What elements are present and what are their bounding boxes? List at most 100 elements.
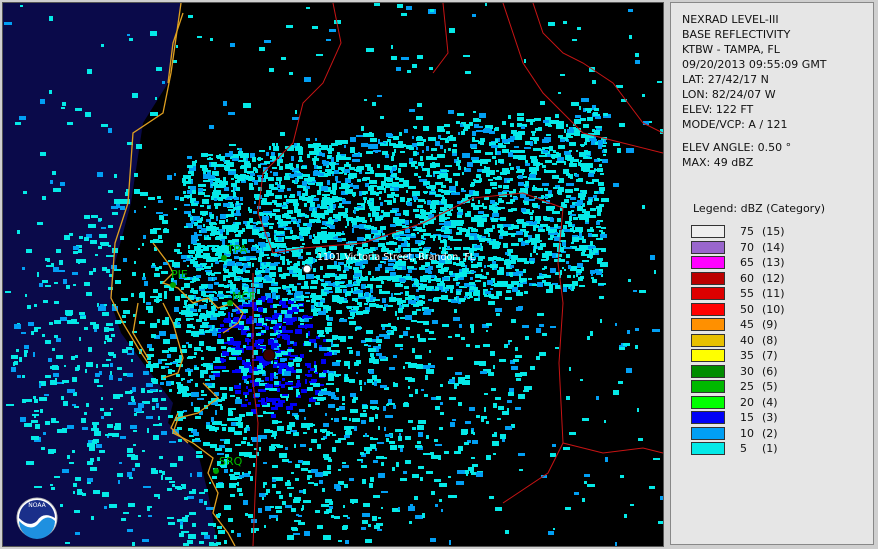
legend-label: 50 (10) — [740, 303, 785, 316]
legend-category: (3) — [762, 411, 778, 425]
legend-dbz: 5 — [740, 442, 747, 456]
airport-label-tpa: TPA — [226, 243, 248, 256]
legend-row: 70 (14) — [691, 240, 785, 256]
legend-dbz: 15 — [740, 411, 754, 425]
legend-swatch — [691, 318, 725, 332]
radar-map[interactable]: 1101 Victoria Street, Brandon, FL TPA PI… — [2, 2, 664, 547]
legend-category: (6) — [762, 364, 778, 378]
legend-category: (10) — [762, 302, 785, 316]
legend-row: 30 (6) — [691, 364, 785, 380]
noaa-logo: NOAA — [16, 497, 58, 539]
legend-label: 35 (7) — [740, 349, 778, 362]
airport-label-srq: SRQ — [219, 455, 243, 468]
legend-category: (8) — [762, 333, 778, 347]
legend-dbz: 45 — [740, 318, 754, 332]
legend-swatch — [691, 271, 725, 285]
legend-dbz: 10 — [740, 426, 754, 440]
timestamp: 09/20/2013 09:55:09 GMT — [682, 58, 827, 71]
legend-swatch — [691, 240, 725, 254]
legend-swatch — [691, 225, 725, 239]
legend-dbz: 40 — [740, 333, 754, 347]
legend-label: 45 (9) — [740, 318, 778, 331]
noaa-logo-text: NOAA — [28, 502, 46, 509]
mode-vcp: MODE/VCP: A / 121 — [682, 118, 788, 131]
legend-label: 5 (1) — [740, 442, 778, 455]
legend-category: (12) — [762, 271, 785, 285]
legend-dbz: 30 — [740, 364, 754, 378]
legend-label: 60 (12) — [740, 272, 785, 285]
legend-category: (9) — [762, 318, 778, 332]
legend-dbz: 60 — [740, 271, 754, 285]
legend-dbz: 70 — [740, 240, 754, 254]
legend-swatch — [691, 287, 725, 301]
legend-label: 65 (13) — [740, 256, 785, 269]
legend: 75 (15) 70 (14) 65 (13) 60 (12) 55 (11) 50 (10) 45 (9… — [691, 224, 785, 457]
legend-swatch — [691, 256, 725, 270]
radar-map-canvas: 1101 Victoria Street, Brandon, FL TPA PI… — [3, 3, 663, 546]
legend-row: 50 (10) — [691, 302, 785, 318]
legend-category: (7) — [762, 349, 778, 363]
longitude: LON: 82/24/07 W — [682, 88, 776, 101]
elevation: ELEV: 122 FT — [682, 103, 754, 116]
airport-label-pie: PIE — [171, 268, 188, 281]
info-panel: NEXRAD LEVEL-III BASE REFLECTIVITY KTBW … — [670, 2, 874, 545]
legend-row: 5 (1) — [691, 441, 785, 457]
legend-swatch — [691, 426, 725, 440]
location-label: 1101 Victoria Street, Brandon, FL — [317, 252, 476, 263]
legend-dbz: 50 — [740, 302, 754, 316]
legend-label: 10 (2) — [740, 427, 778, 440]
legend-category: (1) — [762, 442, 778, 456]
legend-row: 65 (13) — [691, 255, 785, 271]
legend-dbz: 20 — [740, 395, 754, 409]
legend-label: 20 (4) — [740, 396, 778, 409]
legend-dbz: 75 — [740, 225, 754, 239]
legend-swatch — [691, 395, 725, 409]
legend-swatch — [691, 442, 725, 456]
legend-label: 30 (6) — [740, 365, 778, 378]
legend-swatch — [691, 411, 725, 425]
legend-category: (11) — [762, 287, 785, 301]
station: KTBW - TAMPA, FL — [682, 43, 780, 56]
legend-dbz: 25 — [740, 380, 754, 394]
legend-swatch — [691, 349, 725, 363]
legend-category: (14) — [762, 240, 785, 254]
radar-site-icon — [262, 348, 276, 362]
legend-row: 10 (2) — [691, 426, 785, 442]
legend-row: 75 (15) — [691, 224, 785, 240]
legend-label: 40 (8) — [740, 334, 778, 347]
legend-swatch — [691, 333, 725, 347]
legend-label: 75 (15) — [740, 225, 785, 238]
location-marker-icon[interactable] — [302, 264, 312, 274]
legend-dbz: 35 — [740, 349, 754, 363]
legend-category: (4) — [762, 395, 778, 409]
legend-row: 60 (12) — [691, 271, 785, 287]
product-line: NEXRAD LEVEL-III — [682, 13, 779, 26]
legend-label: 55 (11) — [740, 287, 785, 300]
product-type: BASE REFLECTIVITY — [682, 28, 791, 41]
legend-row: 35 (7) — [691, 348, 785, 364]
legend-title: Legend: dBZ (Category) — [693, 202, 825, 215]
airport-label-mcf: MCF — [232, 290, 256, 303]
legend-label: 25 (5) — [740, 380, 778, 393]
legend-row: 45 (9) — [691, 317, 785, 333]
legend-category: (5) — [762, 380, 778, 394]
legend-swatch — [691, 380, 725, 394]
legend-row: 15 (3) — [691, 410, 785, 426]
legend-category: (2) — [762, 426, 778, 440]
legend-swatch — [691, 302, 725, 316]
legend-row: 55 (11) — [691, 286, 785, 302]
latitude: LAT: 27/42/17 N — [682, 73, 769, 86]
legend-label: 15 (3) — [740, 411, 778, 424]
radar-info: NEXRAD LEVEL-III BASE REFLECTIVITY KTBW … — [682, 12, 827, 170]
legend-category: (13) — [762, 256, 785, 270]
legend-category: (15) — [762, 225, 785, 239]
elev-angle: ELEV ANGLE: 0.50 ° — [682, 141, 792, 154]
legend-row: 20 (4) — [691, 395, 785, 411]
legend-label: 70 (14) — [740, 241, 785, 254]
legend-dbz: 55 — [740, 287, 754, 301]
legend-dbz: 65 — [740, 256, 754, 270]
legend-row: 25 (5) — [691, 379, 785, 395]
max-dbz: MAX: 49 dBZ — [682, 156, 754, 169]
legend-row: 40 (8) — [691, 333, 785, 349]
legend-swatch — [691, 364, 725, 378]
